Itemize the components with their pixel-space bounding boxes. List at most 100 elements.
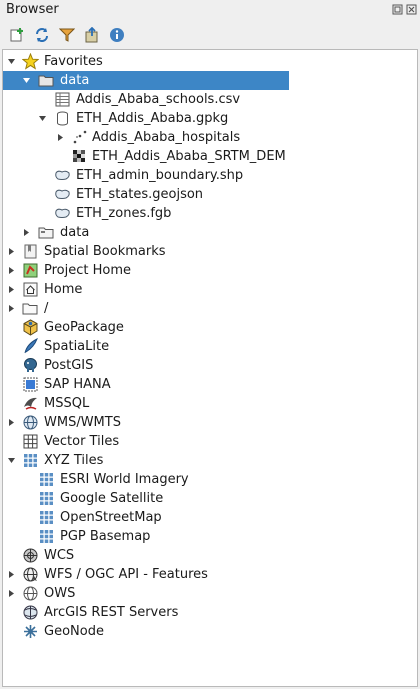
tree-item-google-satellite[interactable]: Google Satellite — [3, 489, 417, 508]
tree-label: ETH_zones.fgb — [76, 206, 172, 221]
database-icon — [57, 111, 68, 126]
tree-item-states[interactable]: ETH_states.geojson — [3, 185, 417, 204]
tree-item-project-home[interactable]: Project Home — [3, 261, 417, 280]
xyz-tiles-icon — [40, 492, 53, 505]
refresh-button[interactable] — [32, 25, 52, 45]
xyz-tiles-icon — [40, 511, 53, 524]
collapse-all-button[interactable] — [82, 25, 102, 45]
close-icon[interactable] — [406, 4, 417, 15]
folder-icon — [38, 227, 54, 239]
tree-item-root[interactable]: / — [3, 299, 417, 318]
chevron-down-icon[interactable] — [38, 114, 47, 123]
tree-label: OpenStreetMap — [60, 510, 162, 525]
point-layer-icon — [73, 130, 87, 144]
xyz-tiles-icon — [24, 454, 37, 467]
tree-item-admin-boundary[interactable]: ETH_admin_boundary.shp — [3, 166, 417, 185]
elephant-icon — [24, 358, 37, 372]
chevron-right-icon[interactable] — [7, 570, 16, 579]
tree-label: OWS — [44, 586, 76, 601]
tree-label: / — [44, 301, 49, 316]
tree-label: WCS — [44, 548, 75, 563]
project-home-icon — [23, 263, 38, 278]
arcgis-globe-icon — [23, 605, 38, 620]
tree-item-pgp-basemap[interactable]: PGP Basemap — [3, 527, 417, 546]
tree-item-mssql[interactable]: MSSQL — [3, 394, 417, 413]
tree-item-vector-tiles[interactable]: Vector Tiles — [3, 432, 417, 451]
chevron-right-icon[interactable] — [7, 589, 16, 598]
folder-icon — [22, 303, 38, 315]
tree-item-esri-imagery[interactable]: ESRI World Imagery — [3, 470, 417, 489]
filter-button[interactable] — [57, 25, 77, 45]
tree-label: ESRI World Imagery — [60, 472, 189, 487]
tree-item-openstreetmap[interactable]: OpenStreetMap — [3, 508, 417, 527]
tree-item-zones[interactable]: ETH_zones.fgb — [3, 204, 417, 223]
tree-label: WMS/WMTS — [44, 415, 121, 430]
home-folder-icon — [23, 282, 38, 297]
tree-label: GeoNode — [44, 624, 104, 639]
tree-item-gpkg[interactable]: ETH_Addis_Ababa.gpkg — [3, 109, 417, 128]
tree-label: GeoPackage — [44, 320, 124, 335]
polygon-layer-icon — [55, 189, 70, 199]
tree-item-dem[interactable]: ETH_Addis_Ababa_SRTM_DEM — [3, 147, 417, 166]
chevron-right-icon[interactable] — [7, 266, 16, 275]
tree-label: data — [60, 225, 90, 240]
panel-titlebar: Browser — [0, 0, 420, 20]
tree-item-postgis[interactable]: PostGIS — [3, 356, 417, 375]
xyz-tiles-icon — [40, 530, 53, 543]
browser-toolbar — [0, 22, 420, 48]
tree-item-data-folder[interactable]: data — [3, 223, 417, 242]
sap-hana-icon — [23, 377, 38, 392]
tree-item-spatialite[interactable]: SpatiaLite — [3, 337, 417, 356]
chevron-down-icon[interactable] — [22, 76, 31, 85]
collapse-icon — [85, 27, 98, 43]
tree-item-wcs[interactable]: WCS — [3, 546, 417, 565]
geopackage-icon — [23, 319, 38, 336]
chevron-right-icon[interactable] — [7, 304, 16, 313]
chevron-right-icon[interactable] — [7, 418, 16, 427]
chevron-right-icon[interactable] — [56, 133, 65, 142]
tree-label: Vector Tiles — [44, 434, 120, 449]
add-layer-button[interactable] — [7, 25, 27, 45]
tree-item-home[interactable]: Home — [3, 280, 417, 299]
tree-label: ArcGIS REST Servers — [44, 605, 179, 620]
tree-item-favorites[interactable]: Favorites — [3, 52, 417, 71]
undock-icon[interactable] — [392, 4, 403, 15]
tree-label: Favorites — [44, 54, 103, 69]
tree-item-sap-hana[interactable]: SAP HANA — [3, 375, 417, 394]
geonode-icon — [24, 625, 37, 638]
tree-label: Addis_Ababa_schools.csv — [76, 92, 241, 107]
tree-label: SpatiaLite — [44, 339, 110, 354]
tree-label: ETH_Addis_Ababa_SRTM_DEM — [92, 149, 286, 164]
tree-item-geonode[interactable]: GeoNode — [3, 622, 417, 641]
info-icon — [110, 28, 124, 42]
polygon-layer-icon — [55, 208, 70, 218]
feather-icon — [24, 338, 38, 354]
browser-tree[interactable]: Favorites data Addis_Ababa_schools.csv E… — [2, 49, 418, 687]
tree-item-spatial-bookmarks[interactable]: Spatial Bookmarks — [3, 242, 417, 261]
wcs-globe-icon — [23, 548, 38, 563]
tree-label: XYZ Tiles — [44, 453, 104, 468]
tree-item-hospitals[interactable]: Addis_Ababa_hospitals — [3, 128, 417, 147]
chevron-right-icon[interactable] — [7, 285, 16, 294]
chevron-right-icon[interactable] — [7, 247, 16, 256]
tree-item-wfs[interactable]: WFS / OGC API - Features — [3, 565, 417, 584]
wfs-globe-icon — [23, 567, 38, 582]
tree-item-arcgis[interactable]: ArcGIS REST Servers — [3, 603, 417, 622]
tree-item-wms-wmts[interactable]: WMS/WMTS — [3, 413, 417, 432]
tree-label: Addis_Ababa_hospitals — [92, 130, 241, 145]
tree-item-data-favorite[interactable]: data — [3, 71, 417, 90]
tree-label: PostGIS — [44, 358, 94, 373]
chevron-right-icon[interactable] — [22, 228, 31, 237]
tree-label: Home — [44, 282, 83, 297]
tree-label: ETH_admin_boundary.shp — [76, 168, 244, 183]
filter-icon — [59, 28, 75, 42]
chevron-down-icon[interactable] — [7, 57, 16, 66]
mssql-icon — [24, 397, 37, 410]
tree-item-xyz-tiles[interactable]: XYZ Tiles — [3, 451, 417, 470]
tree-item-schools-csv[interactable]: Addis_Ababa_schools.csv — [3, 90, 417, 109]
tree-item-ows[interactable]: OWS — [3, 584, 417, 603]
tree-item-geopackage[interactable]: GeoPackage — [3, 318, 417, 337]
chevron-down-icon[interactable] — [7, 456, 16, 465]
properties-button[interactable] — [107, 25, 127, 45]
vector-tiles-icon — [23, 434, 38, 449]
